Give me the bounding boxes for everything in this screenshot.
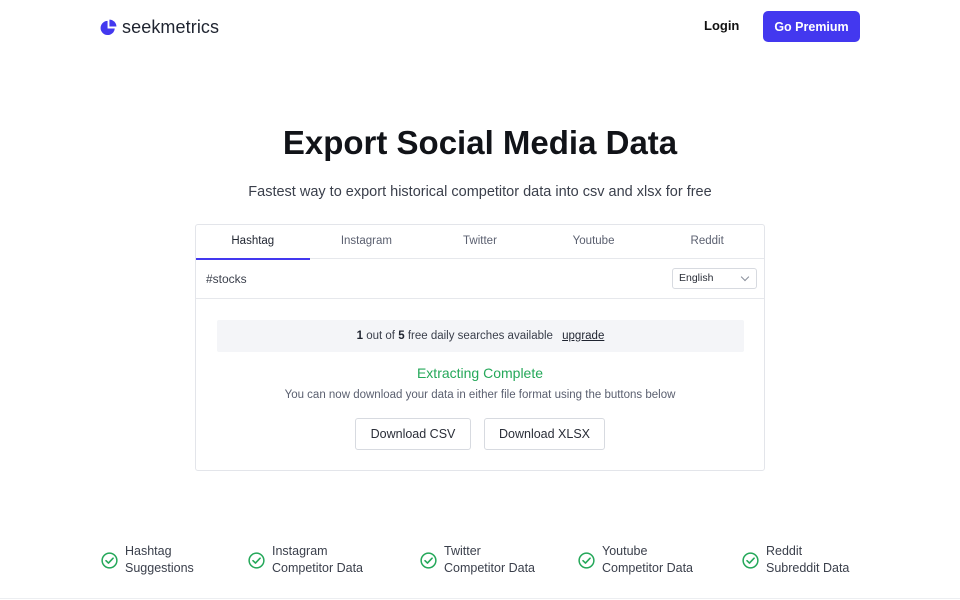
tab-twitter[interactable]: Twitter <box>423 225 537 259</box>
upgrade-link[interactable]: upgrade <box>562 330 604 342</box>
platform-tabs: Hashtag Instagram Twitter Youtube Reddit <box>196 225 764 260</box>
tab-hashtag[interactable]: Hashtag <box>196 225 310 260</box>
extract-status-description: You can now download your data in either… <box>284 389 676 401</box>
check-circle-icon <box>420 552 437 569</box>
download-xlsx-button[interactable]: Download XLSX <box>484 418 605 450</box>
page-title: Export Social Media Data <box>282 124 678 161</box>
feature-title: Youtube <box>602 544 648 558</box>
quota-total: 5 <box>398 330 405 342</box>
feature-subtitle: Competitor Data <box>272 561 364 575</box>
export-card: Hashtag Instagram Twitter Youtube Reddit… <box>195 224 765 471</box>
tab-youtube[interactable]: Youtube <box>537 225 651 259</box>
feature-item: Reddit Subreddit Data <box>742 543 849 577</box>
tab-instagram[interactable]: Instagram <box>310 225 424 259</box>
hashtag-search-input[interactable] <box>206 268 626 290</box>
login-link[interactable]: Login <box>704 18 739 33</box>
extract-status-title: Extracting Complete <box>416 365 544 381</box>
language-select-value: English <box>679 272 714 284</box>
feature-subtitle: Competitor Data <box>444 561 536 575</box>
feature-item: Youtube Competitor Data <box>578 543 693 577</box>
search-row: English <box>196 259 764 299</box>
check-circle-icon <box>101 552 118 569</box>
divider <box>0 598 960 599</box>
quota-used: 1 <box>356 330 364 342</box>
feature-title: Hashtag <box>125 544 172 558</box>
check-circle-icon <box>248 552 265 569</box>
download-csv-button[interactable]: Download CSV <box>355 418 471 450</box>
search-quota-banner: 1 out of 5 free daily searches available… <box>217 320 744 352</box>
feature-title: Twitter <box>444 544 481 558</box>
logo-pie-icon <box>100 19 117 36</box>
feature-item: Hashtag Suggestions <box>101 543 194 577</box>
quota-suffix-text: free daily searches available <box>407 330 553 342</box>
quota-middle-text: out of <box>366 330 396 342</box>
feature-title: Instagram <box>272 544 328 558</box>
feature-subtitle: Suggestions <box>125 561 194 575</box>
check-circle-icon <box>742 552 759 569</box>
chevron-down-icon <box>740 272 750 282</box>
feature-item: Twitter Competitor Data <box>420 543 535 577</box>
top-nav: seekmetrics Login Go Premium <box>0 0 960 54</box>
feature-item: Instagram Competitor Data <box>248 543 363 577</box>
language-select[interactable]: English <box>672 268 757 289</box>
feature-list: Hashtag Suggestions Instagram Competitor… <box>0 543 960 583</box>
tab-reddit[interactable]: Reddit <box>650 225 764 259</box>
check-circle-icon <box>578 552 595 569</box>
feature-title: Reddit <box>766 544 803 558</box>
brand-name: seekmetrics <box>122 17 220 37</box>
page-subtitle: Fastest way to export historical competi… <box>248 184 712 200</box>
go-premium-button[interactable]: Go Premium <box>763 11 860 42</box>
brand-logo[interactable]: seekmetrics <box>100 17 219 38</box>
feature-subtitle: Competitor Data <box>602 561 694 575</box>
feature-subtitle: Subreddit Data <box>766 561 850 575</box>
